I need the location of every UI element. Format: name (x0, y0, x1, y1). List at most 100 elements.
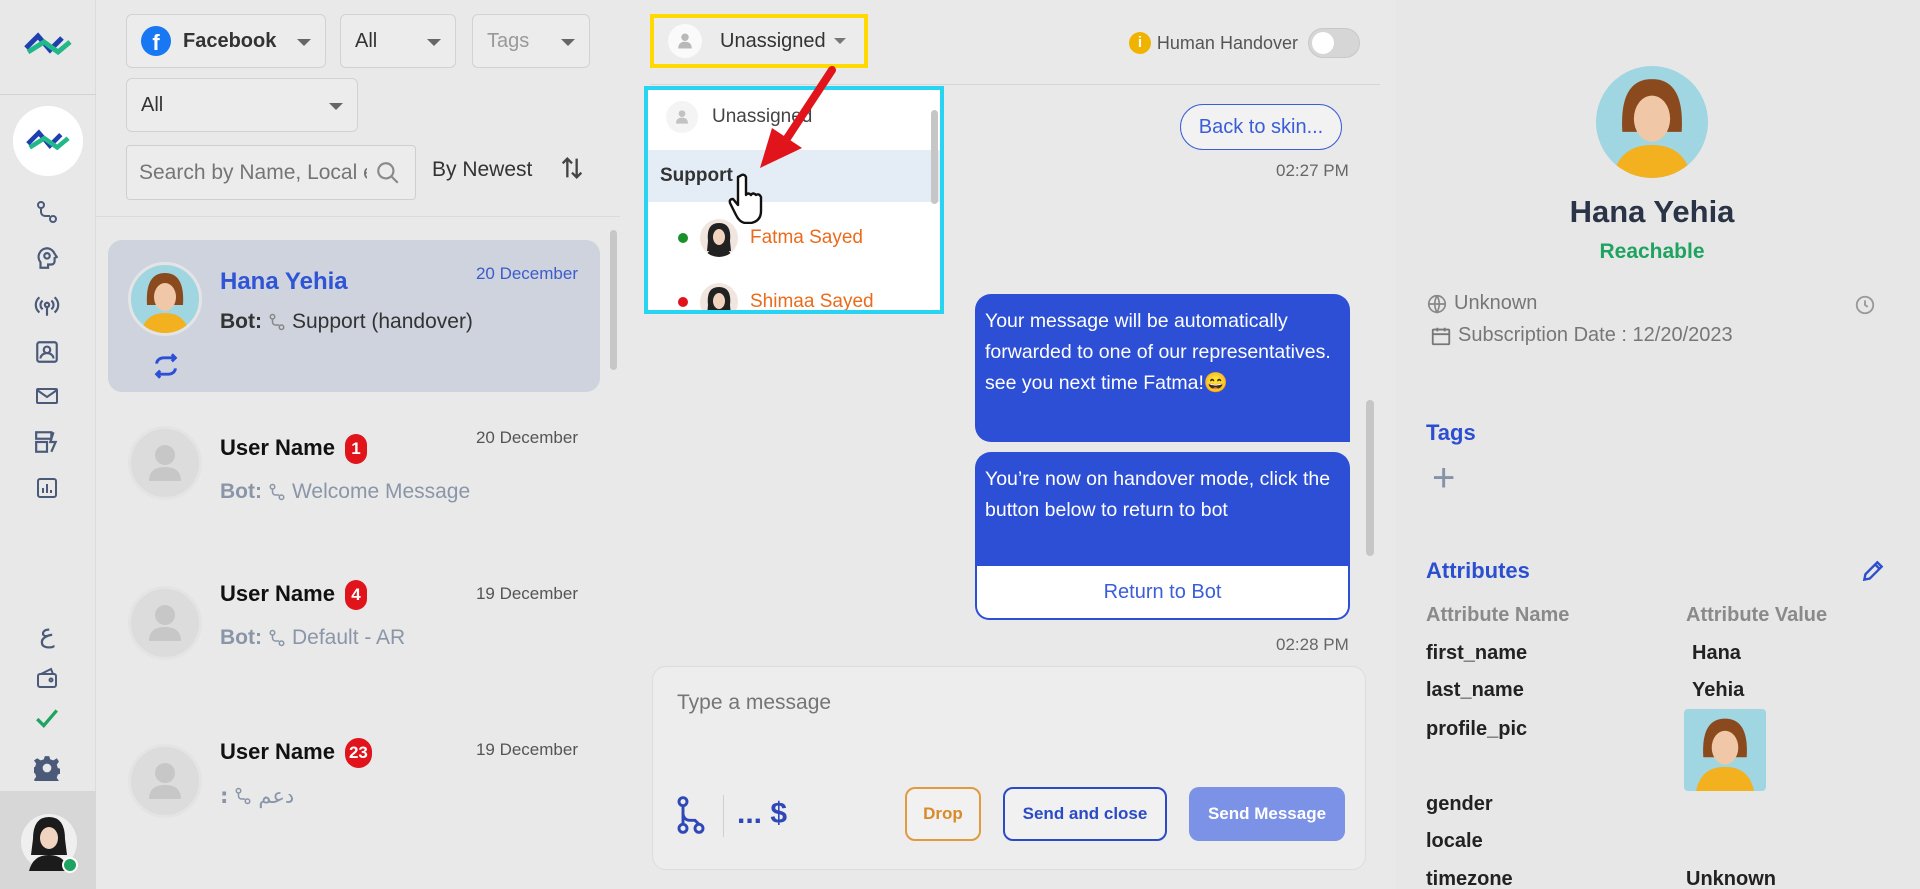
profile-name: Hana Yehia (1569, 194, 1735, 229)
menu-scrollbar[interactable] (931, 110, 938, 204)
unread-badge: 23 (344, 738, 372, 768)
attribute-key: profile_pic (1426, 718, 1528, 740)
tags-filter-label: Tags (487, 29, 530, 52)
edit-icon[interactable] (1860, 558, 1886, 584)
agent-avatar (700, 283, 738, 310)
variables-button[interactable]: ... $ (737, 797, 787, 831)
drop-button[interactable]: Drop (905, 787, 981, 841)
conversation-date: 20 December (475, 428, 578, 447)
contacts-icon[interactable] (33, 338, 61, 366)
analytics-icon[interactable] (33, 474, 61, 502)
send-and-close-button[interactable]: Send and close (1003, 787, 1167, 841)
attribute-value: Yehia (1692, 679, 1745, 701)
add-tag-icon[interactable]: + (1432, 458, 1455, 498)
return-to-bot-button[interactable]: Return to Bot (975, 566, 1350, 620)
clock-icon[interactable] (1854, 294, 1876, 316)
bot-label: Bot: (220, 480, 262, 503)
flow-icon (269, 313, 285, 331)
agent-name: Shimaa Sayed (750, 291, 874, 312)
contact-name: Hana Yehia (220, 268, 348, 295)
bot-label: Bot: (220, 310, 262, 333)
menu-item-agent[interactable]: Fatma Sayed (648, 214, 940, 262)
tags-filter[interactable]: Tags (472, 14, 590, 68)
offline-status-dot (678, 297, 688, 307)
tags-title: Tags (1426, 420, 1476, 445)
brand-logo-icon (26, 129, 70, 151)
info-icon[interactable]: i (1128, 32, 1151, 54)
attribute-key: timezone (1426, 868, 1513, 889)
human-handover: i Human Handover (1128, 28, 1360, 58)
logo-icon[interactable] (24, 30, 72, 60)
arabic-language-icon[interactable]: ع (33, 619, 61, 649)
bot-label: : (220, 784, 229, 808)
chat-scrollbar[interactable] (1366, 400, 1374, 556)
conversation-item[interactable]: User Name 23 19 December : دعم (108, 722, 600, 874)
left-rail: ع (0, 0, 96, 889)
flow-icon[interactable] (33, 198, 61, 226)
unread-badge: 4 (344, 580, 367, 610)
contact-avatar (128, 426, 202, 500)
globe-icon (1427, 294, 1447, 314)
agent-avatar[interactable] (20, 811, 78, 873)
assign-agent-dropdown[interactable]: Unassigned (650, 14, 868, 68)
automation-icon[interactable] (33, 428, 61, 456)
contact-name: User Name 4 (220, 580, 367, 610)
profile-avatar (1596, 66, 1708, 178)
message-input[interactable] (653, 667, 1365, 757)
unassigned-user-icon (668, 24, 702, 58)
list-scrollbar[interactable] (610, 230, 617, 370)
location-value: Unknown (1454, 292, 1538, 314)
assignment-filter[interactable]: All (126, 78, 358, 132)
search-input[interactable] (127, 146, 367, 199)
human-handover-toggle[interactable] (1308, 28, 1360, 58)
status-filter[interactable]: All (340, 14, 456, 68)
search-box (126, 145, 416, 200)
brain-icon[interactable] (33, 244, 61, 272)
contact-profile-panel: Hana Yehia Reachable Unknown Subscriptio… (1396, 0, 1920, 889)
menu-item-agent[interactable]: Shimaa Sayed (648, 278, 940, 312)
annotation-arrow-icon (760, 66, 836, 168)
online-status-dot (678, 233, 688, 243)
conversation-flow: Bot: Default - AR (220, 626, 405, 650)
attributes-title: Attributes (1426, 558, 1530, 583)
bot-message: Your message will be automatically forwa… (975, 294, 1350, 442)
wallet-icon[interactable] (33, 664, 61, 692)
brand-logo-button[interactable] (13, 106, 83, 176)
attribute-key: last_name (1426, 679, 1524, 701)
hand-cursor-icon (728, 173, 763, 224)
message-composer: ... $ Drop Send and close Send Message (652, 666, 1366, 870)
flow-icon[interactable] (675, 795, 707, 835)
subscription-date: Subscription Date : 12/20/2023 (1458, 324, 1733, 346)
attribute-value: Unknown (1686, 868, 1776, 889)
agent-name: Fatma Sayed (750, 227, 863, 248)
conversation-item[interactable]: User Name 1 20 December Bot: Welcome Mess… (108, 404, 600, 556)
search-icon[interactable] (375, 160, 401, 186)
conversation-date: 20 December (475, 264, 578, 283)
conversation-item[interactable]: User Name 4 19 December Bot: Default - AR (108, 564, 600, 716)
channel-filter[interactable]: f Facebook (126, 14, 326, 68)
handover-swap-icon[interactable] (152, 352, 180, 380)
broadcast-icon[interactable] (33, 292, 61, 320)
settings-icon[interactable] (33, 754, 61, 782)
agent-avatar-area[interactable] (0, 791, 96, 889)
flow-name: Support (handover) (291, 310, 473, 333)
attribute-key: gender (1426, 793, 1493, 815)
message-time: 02:27 PM (1276, 161, 1349, 180)
flow-name: Welcome Message (291, 480, 471, 503)
unassigned-user-icon (666, 101, 698, 133)
attribute-key: first_name (1426, 642, 1528, 664)
contact-name: User Name 1 (220, 434, 367, 464)
sort-icon[interactable] (558, 154, 586, 182)
profile-pic-thumbnail (1684, 709, 1766, 791)
conversation-flow: : دعم (220, 784, 294, 808)
contact-avatar (128, 744, 202, 818)
mail-icon[interactable] (33, 382, 61, 410)
conversation-item[interactable]: Hana Yehia 20 December Bot: Support (han… (108, 240, 600, 392)
send-message-button[interactable]: Send Message (1189, 787, 1345, 841)
sort-label[interactable]: By Newest (432, 158, 532, 182)
subscription-row: Subscription Date : 12/20/2023 (1430, 324, 1733, 347)
chevron-down-icon (833, 38, 846, 44)
check-icon[interactable] (33, 704, 61, 732)
assignment-filter-label: All (141, 93, 164, 116)
back-to-skin-button[interactable]: Back to skin... (1180, 104, 1342, 150)
